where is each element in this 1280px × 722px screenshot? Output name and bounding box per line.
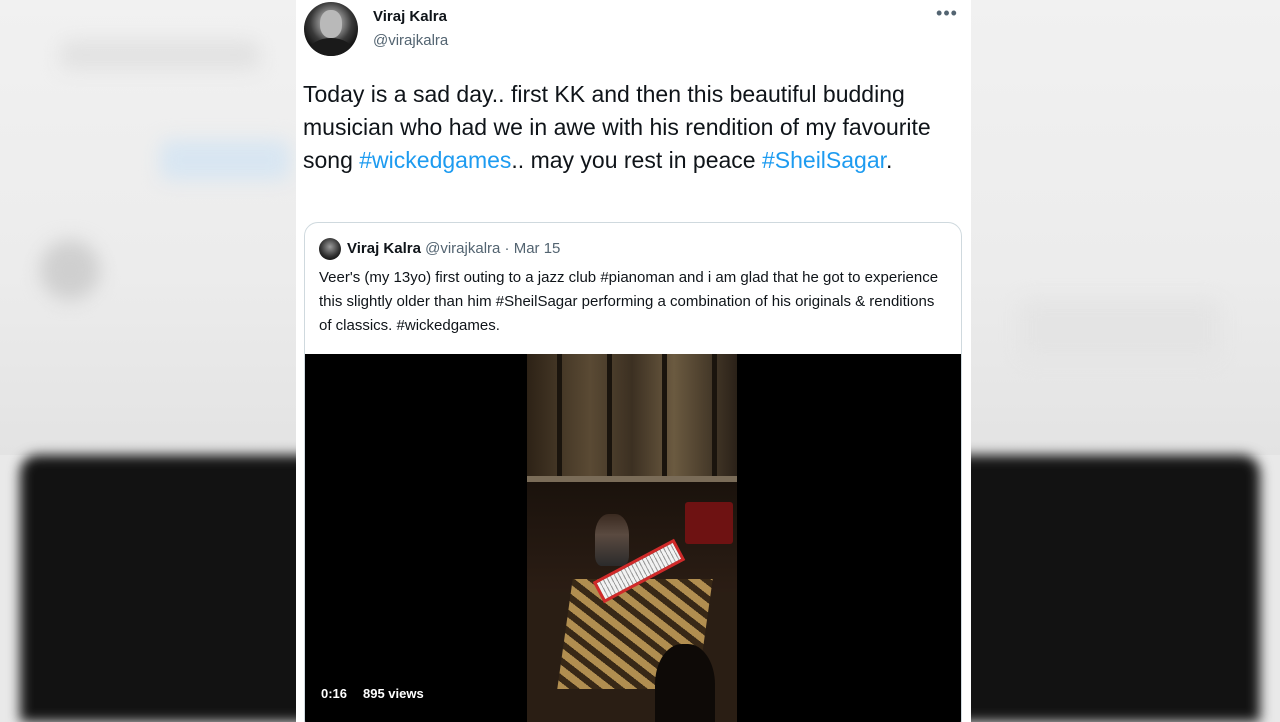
quoted-display-name[interactable]: Viraj Kalra	[347, 240, 421, 257]
video-scene-beam	[662, 354, 667, 479]
blurred-background-blob	[160, 140, 290, 180]
quoted-avatar[interactable]	[319, 238, 341, 260]
video-scene-beam	[712, 354, 717, 479]
quoted-separator: ·	[504, 240, 510, 257]
blurred-background-blob	[40, 240, 100, 300]
quoted-text: Veer's (my 13yo) first outing to a jazz …	[319, 269, 939, 334]
tweet-card: Viraj Kalra @virajkalra ••• Today is a s…	[296, 0, 971, 722]
screenshot-stage: Viraj Kalra @virajkalra ••• Today is a s…	[0, 0, 1280, 722]
avatar-face	[320, 10, 342, 38]
tweet-text-segment: .	[886, 147, 893, 173]
blurred-background-blob	[60, 40, 260, 70]
tweet-text-segment: .. may you rest in peace	[511, 147, 762, 173]
author-display-name[interactable]: Viraj Kalra	[373, 8, 447, 25]
quoted-tweet[interactable]: Viraj Kalra @virajkalra · Mar 15 Veer's …	[304, 222, 962, 722]
video-duration: 0:16	[321, 686, 348, 701]
video-view-count: 895 views	[363, 686, 424, 701]
video-scene-audience-head	[655, 644, 715, 722]
quoted-handle[interactable]: @virajkalra	[425, 240, 500, 257]
quoted-date[interactable]: Mar 15	[514, 240, 561, 257]
hashtag-link-wickedgames[interactable]: #wickedgames	[359, 147, 511, 173]
blurred-background-blob	[1020, 300, 1220, 360]
ellipsis-icon[interactable]: •••	[935, 4, 959, 26]
video-scene-pianist	[595, 514, 629, 566]
author-handle[interactable]: @virajkalra	[373, 32, 448, 49]
video-player[interactable]: 0:16 895 views	[305, 354, 961, 722]
hashtag-link-sheilsagar[interactable]: #SheilSagar	[762, 147, 886, 173]
video-scene-beam	[607, 354, 612, 479]
avatar[interactable]	[304, 2, 358, 56]
video-scene-beam	[557, 354, 562, 479]
video-scene-red-seat	[685, 502, 733, 544]
avatar-shoulders	[308, 38, 354, 56]
tweet-text: Today is a sad day.. first KK and then t…	[303, 78, 963, 177]
quoted-header: Viraj Kalra @virajkalra · Mar 15	[347, 240, 560, 257]
video-thumbnail	[527, 354, 737, 722]
